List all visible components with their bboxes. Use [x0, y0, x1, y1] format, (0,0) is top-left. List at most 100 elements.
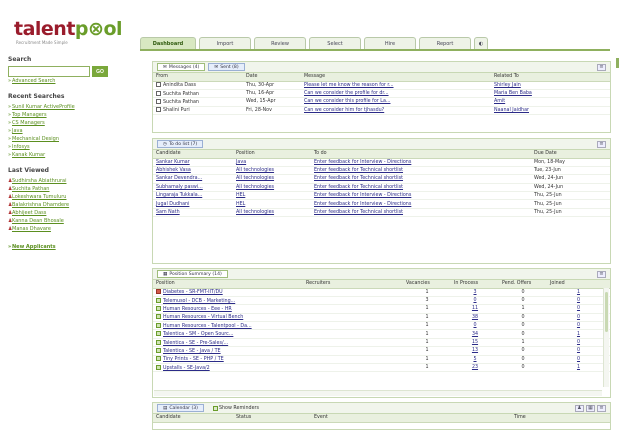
table-row[interactable]: Tiny Prints - SE - PHP / TE 1 5 0 0	[153, 355, 610, 365]
table-row[interactable]: Abhishek Vasa All technologies Enter feedb…	[153, 166, 610, 176]
col-header[interactable]: Time	[511, 414, 610, 423]
last-viewed-item[interactable]: ♟Kanna Dean Bhosale	[8, 217, 138, 225]
col-header[interactable]: Vacancies	[403, 280, 451, 289]
message-icon	[156, 107, 161, 113]
table-row[interactable]: Lingaraja Tukkala... HEL Enter feedback fo…	[153, 191, 610, 201]
table-row[interactable]: Anindita Dass Thu, 30-Apr Please let me …	[153, 81, 610, 90]
table-row[interactable]: Human Resources - Virtual Bench 1 38 0 0	[153, 313, 610, 323]
table-row[interactable]: Talentica - SE - Java / TE 1 13 0 0	[153, 346, 610, 356]
sent-tab[interactable]: ✉ Sent (8)	[208, 63, 245, 71]
person-icon[interactable]: ♟	[575, 405, 584, 412]
nav-tab-review[interactable]: Review	[254, 37, 306, 49]
advanced-search-link[interactable]: »Advanced Search	[8, 77, 138, 85]
main-nav: Dashboard Import Review Select Hire Repo…	[140, 37, 488, 49]
recent-search-item[interactable]: »Java	[8, 127, 138, 135]
search-row: GO	[8, 66, 138, 77]
col-header[interactable]: Related To	[491, 73, 610, 82]
todo-table: Candidate Position To do Due Date Sankar…	[153, 150, 610, 218]
recent-search-item[interactable]: »Sunil Kumar ActiveProfile	[8, 103, 138, 111]
table-row[interactable]: Jugal Dudhani HEL Enter feedback for Inter…	[153, 199, 610, 209]
recent-search-item[interactable]: »Top Managers	[8, 111, 138, 119]
col-header[interactable]: Status	[233, 414, 311, 423]
talentpool-logo[interactable]: talentp⊗ol Recruitment Made Simple	[14, 18, 132, 48]
recent-search-item[interactable]: »CS Managers	[8, 119, 138, 127]
table-row[interactable]: Talentica - SE - Pre-Sales/... 1 15 1 0	[153, 338, 610, 348]
message-icon	[156, 90, 161, 96]
vertical-scrollbar[interactable]	[603, 288, 609, 387]
nav-tab-dashboard[interactable]: Dashboard	[140, 37, 196, 49]
flag-icon	[156, 322, 161, 328]
col-header[interactable]: Joined	[547, 280, 610, 289]
messages-panel-header: ✉ Messages (4) ✉ Sent (8) ≡	[153, 62, 610, 73]
go-button[interactable]: GO	[92, 66, 108, 77]
flag-icon	[156, 347, 161, 353]
table-row[interactable]: Sankar Kumar Java Enter feedback for Inter…	[153, 158, 610, 167]
table-row[interactable]: Telemusol - DCB - Marketing... 3 0 0 0	[153, 296, 610, 306]
panel-menu-icon[interactable]: ≡	[597, 64, 606, 71]
calendar-tab[interactable]: ▤ Calendar (3)	[157, 404, 204, 412]
calendar-view-icon[interactable]: ▦	[586, 405, 595, 412]
calendar-panel-header: ▤ Calendar (3) Show Reminders ≡ ▦ ♟	[153, 403, 610, 414]
todo-tab[interactable]: ◷ To do list (7)	[157, 140, 204, 148]
message-icon	[156, 82, 161, 88]
flag-icon	[156, 314, 161, 320]
col-header[interactable]: Message	[301, 73, 491, 82]
nav-more-icon[interactable]: ◐	[474, 37, 488, 49]
col-header[interactable]: Recruiters	[303, 280, 403, 289]
last-viewed-item[interactable]: ♟Lokeshwara Tumuluru	[8, 193, 138, 201]
side-accent	[616, 58, 619, 68]
table-row[interactable]: Diabetes - SR-FMT-IIT/DU 1 3 0 1	[153, 288, 610, 297]
col-header[interactable]: Candidate	[153, 414, 233, 423]
new-applicants-link[interactable]: »New Applicants	[8, 243, 138, 251]
col-header[interactable]: To do	[311, 150, 531, 159]
todo-panel: ◷ To do list (7) ≡ Candidate Position To …	[152, 138, 611, 264]
last-viewed-item[interactable]: ♟Suchita Pathan	[8, 185, 138, 193]
flag-icon	[156, 339, 161, 345]
sidebar: Search GO »Advanced Search Recent Search…	[8, 56, 138, 251]
last-viewed-item[interactable]: ♟Manas Dhavare	[8, 225, 138, 233]
recent-search-item[interactable]: »Infosys	[8, 143, 138, 151]
col-header[interactable]: Position	[153, 280, 303, 289]
col-header[interactable]: Pend. Offers	[499, 280, 547, 289]
col-header[interactable]: Candidate	[153, 150, 233, 159]
summary-panel-header: ▦ Position Summary (14) ≡	[153, 269, 610, 280]
col-header[interactable]: From	[153, 73, 243, 82]
col-header[interactable]: Event	[311, 414, 511, 423]
recent-search-item[interactable]: »Kanak Kumar	[8, 151, 138, 159]
messages-tab[interactable]: ✉ Messages (4)	[157, 63, 206, 71]
nav-tab-select[interactable]: Select	[309, 37, 361, 49]
panel-menu-icon[interactable]: ≡	[597, 141, 606, 148]
table-row[interactable]: Human Resources - Talentpool - Da... 1 0 0 0	[153, 321, 610, 331]
last-viewed-item[interactable]: ♟Balakrishna Dhamdere	[8, 201, 138, 209]
table-row[interactable]: Shalini Puri Fri, 28-Nov Can we consider…	[153, 106, 610, 116]
table-row[interactable]: Talentica - SM - Open Sourc... 1 34 0 1	[153, 329, 610, 339]
horizontal-scrollbar[interactable]	[154, 390, 602, 396]
checkbox-icon[interactable]	[212, 405, 218, 411]
search-input[interactable]	[8, 66, 90, 77]
last-viewed-item[interactable]: ♟Abhijeet Dass	[8, 209, 138, 217]
scrollbar-thumb[interactable]	[605, 292, 608, 332]
nav-tab-import[interactable]: Import	[199, 37, 251, 49]
table-row[interactable]: Human Resources - Eee - HR 1 11 1 0	[153, 304, 610, 314]
last-viewed-item[interactable]: ♟Sudhirsha Abiathrurai	[8, 177, 138, 185]
panel-menu-icon[interactable]: ≡	[597, 405, 606, 412]
table-row[interactable]: Sam Nath All technologies Enter feedback f…	[153, 208, 610, 218]
flag-icon	[156, 289, 161, 295]
show-reminders-toggle[interactable]: Show Reminders	[212, 405, 259, 411]
panel-menu-icon[interactable]: ≡	[597, 271, 606, 278]
col-header[interactable]: Date	[243, 73, 301, 82]
recent-searches-heading: Recent Searches	[8, 93, 65, 100]
col-header[interactable]: Due Date	[531, 150, 610, 159]
position-summary-tab[interactable]: ▦ Position Summary (14)	[157, 270, 228, 278]
recent-search-item[interactable]: »Mechanical Design	[8, 135, 138, 143]
nav-tab-hire[interactable]: Hire	[364, 37, 416, 49]
nav-tab-report[interactable]: Report	[419, 37, 471, 49]
table-row[interactable]: Suchita Pathan Thu, 16-Apr Can we consid…	[153, 89, 610, 99]
table-row[interactable]: Upstalls - SE-Java/2 1 23 0 1	[153, 363, 610, 373]
table-row[interactable]: Suchita Pathan Wed, 15-Apr Can we consid…	[153, 97, 610, 107]
table-row[interactable]: Sankar Devendra... All technologies Enter …	[153, 174, 610, 184]
col-header[interactable]: In Process	[451, 280, 499, 289]
col-header[interactable]: Position	[233, 150, 311, 159]
calendar-table: Candidate Status Event Time	[153, 414, 610, 423]
table-row[interactable]: Subhamaly paswi... All technologies Enter …	[153, 183, 610, 193]
